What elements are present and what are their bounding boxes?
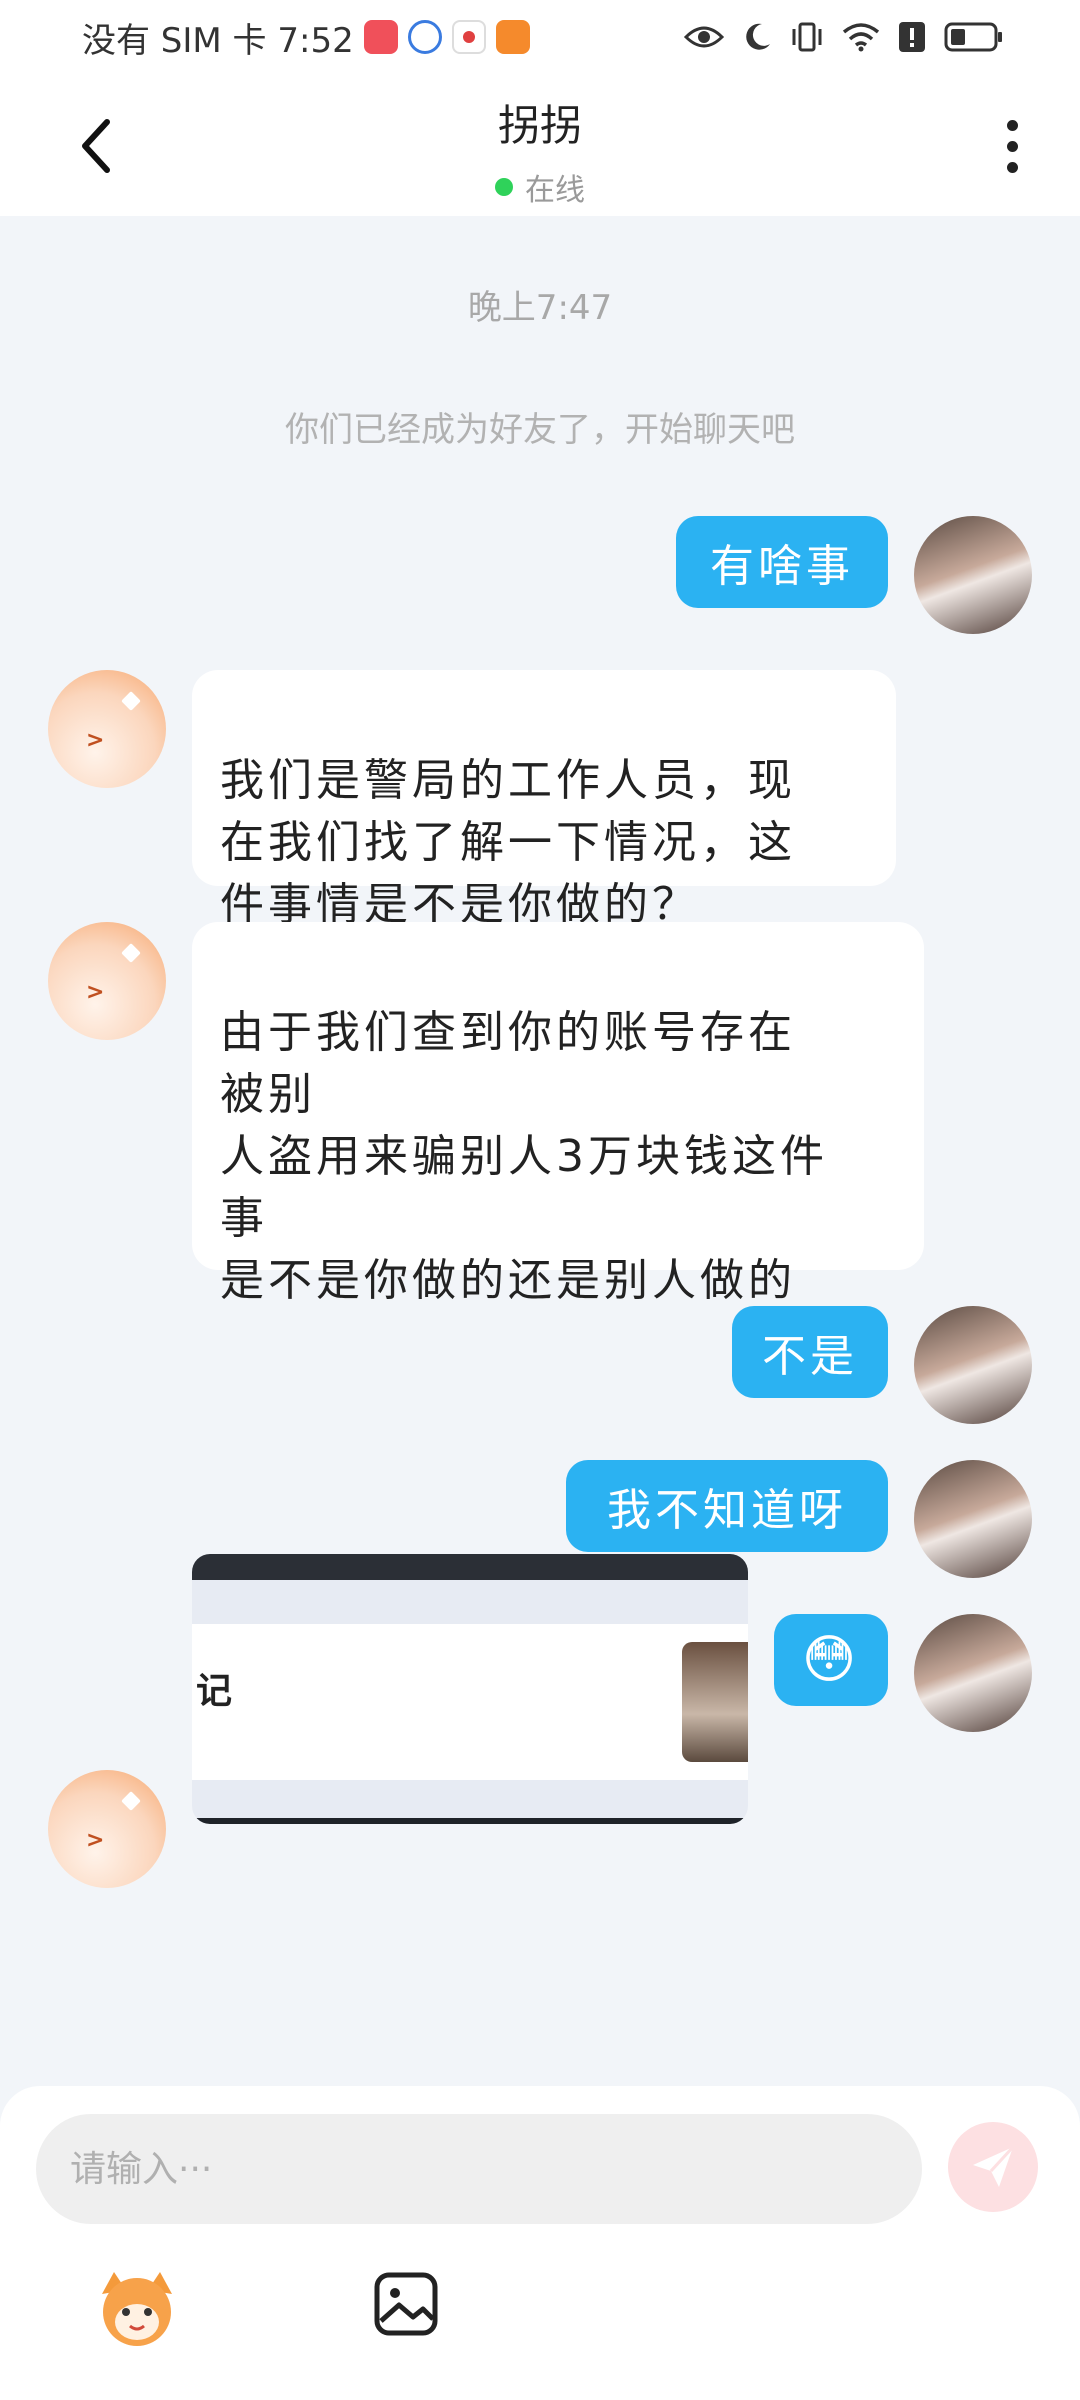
image-message[interactable]: 记 bbox=[192, 1554, 748, 1824]
contact-avatar[interactable]: > bbox=[48, 922, 166, 1040]
video-app-icon bbox=[495, 20, 530, 54]
my-emoji-bubble[interactable]: 😳 bbox=[774, 1614, 888, 1706]
sparkle-icon bbox=[121, 943, 141, 963]
message-text: 我不知道呀 bbox=[607, 1485, 847, 1536]
more-dot bbox=[1006, 140, 1018, 152]
huawei-app-icon bbox=[363, 20, 398, 54]
status-right bbox=[684, 21, 1004, 53]
carrier-time: 没有 SIM 卡 7:52 bbox=[82, 20, 354, 61]
more-options-button[interactable] bbox=[992, 114, 1032, 178]
my-avatar[interactable] bbox=[914, 1614, 1032, 1732]
online-status-label: 在线 bbox=[525, 173, 585, 208]
alert-icon bbox=[898, 21, 926, 53]
my-avatar[interactable] bbox=[914, 516, 1032, 634]
contact-message-bubble[interactable]: 由于我们查到你的账号存在 被别 人盗用来骗别人3万块钱这件 事 是不是你做的还是… bbox=[192, 922, 924, 1306]
more-dot bbox=[1006, 119, 1018, 131]
send-button[interactable] bbox=[948, 2122, 1038, 2212]
my-message-bubble[interactable]: 有啥事 bbox=[676, 516, 888, 608]
image-text: 记 bbox=[196, 1671, 233, 1712]
wifi-icon bbox=[842, 22, 880, 52]
message-input[interactable] bbox=[36, 2114, 922, 2224]
message-text: 由于我们查到你的账号存在 被别 人盗用来骗别人3万块钱这件 事 是不是你做的还是… bbox=[220, 1007, 828, 1306]
avatar-face: > bbox=[86, 980, 105, 1005]
avatar-face: > bbox=[86, 1828, 105, 1853]
battery-icon bbox=[944, 22, 1004, 52]
online-dot-icon bbox=[495, 178, 513, 196]
my-avatar[interactable] bbox=[914, 1460, 1032, 1578]
send-icon bbox=[973, 2145, 1015, 2187]
image-icon bbox=[374, 2272, 438, 2336]
sparkle-icon bbox=[121, 691, 141, 711]
image-content: 记 bbox=[192, 1624, 748, 1780]
contact-message-bubble[interactable]: 我们是警局的工作人员，现 在我们找了解一下情况，这 件事情是不是你做的？ bbox=[192, 670, 896, 930]
status-left: 没有 SIM 卡 7:52 bbox=[82, 13, 530, 62]
my-message-bubble[interactable]: 我不知道呀 bbox=[566, 1460, 888, 1552]
contact-name: 拐拐 bbox=[497, 101, 582, 150]
contact-avatar[interactable]: > bbox=[48, 1770, 166, 1888]
online-status: 在线 bbox=[495, 165, 585, 209]
vibrate-icon bbox=[790, 21, 824, 53]
message-text: 不是 bbox=[762, 1331, 858, 1382]
my-avatar[interactable] bbox=[914, 1306, 1032, 1424]
time-label: 晚上7:47 bbox=[467, 288, 613, 328]
my-message-bubble[interactable]: 不是 bbox=[732, 1306, 888, 1398]
flushed-face-icon: 😳 bbox=[801, 1630, 861, 1690]
input-area bbox=[0, 2086, 1080, 2400]
image-picker-button[interactable] bbox=[370, 2268, 442, 2340]
contact-avatar[interactable]: > bbox=[48, 670, 166, 788]
mascot-sticker-button[interactable] bbox=[92, 2264, 182, 2354]
moon-icon bbox=[742, 22, 772, 52]
title-wrap: 拐拐 在线 bbox=[0, 92, 1080, 209]
chat-header: 拐拐 在线 bbox=[0, 74, 1080, 216]
avatar-face: > bbox=[86, 728, 105, 753]
message-text: 我们是警局的工作人员，现 在我们找了解一下情况，这 件事情是不是你做的？ bbox=[220, 755, 796, 930]
system-note: 你们已经成为好友了，开始聊天吧 bbox=[285, 410, 795, 450]
more-dot bbox=[1006, 161, 1018, 173]
eye-icon bbox=[684, 23, 724, 51]
image-top-strip bbox=[192, 1554, 748, 1580]
browser-app-icon bbox=[407, 20, 442, 54]
record-app-icon bbox=[451, 20, 486, 54]
mascot-icon bbox=[102, 2272, 172, 2346]
sparkle-icon bbox=[121, 1791, 141, 1811]
image-bottom-strip bbox=[192, 1818, 748, 1824]
id-photo-thumbnail bbox=[682, 1642, 748, 1762]
status-bar: 没有 SIM 卡 7:52 bbox=[0, 0, 1080, 74]
message-text: 有啥事 bbox=[710, 541, 854, 592]
